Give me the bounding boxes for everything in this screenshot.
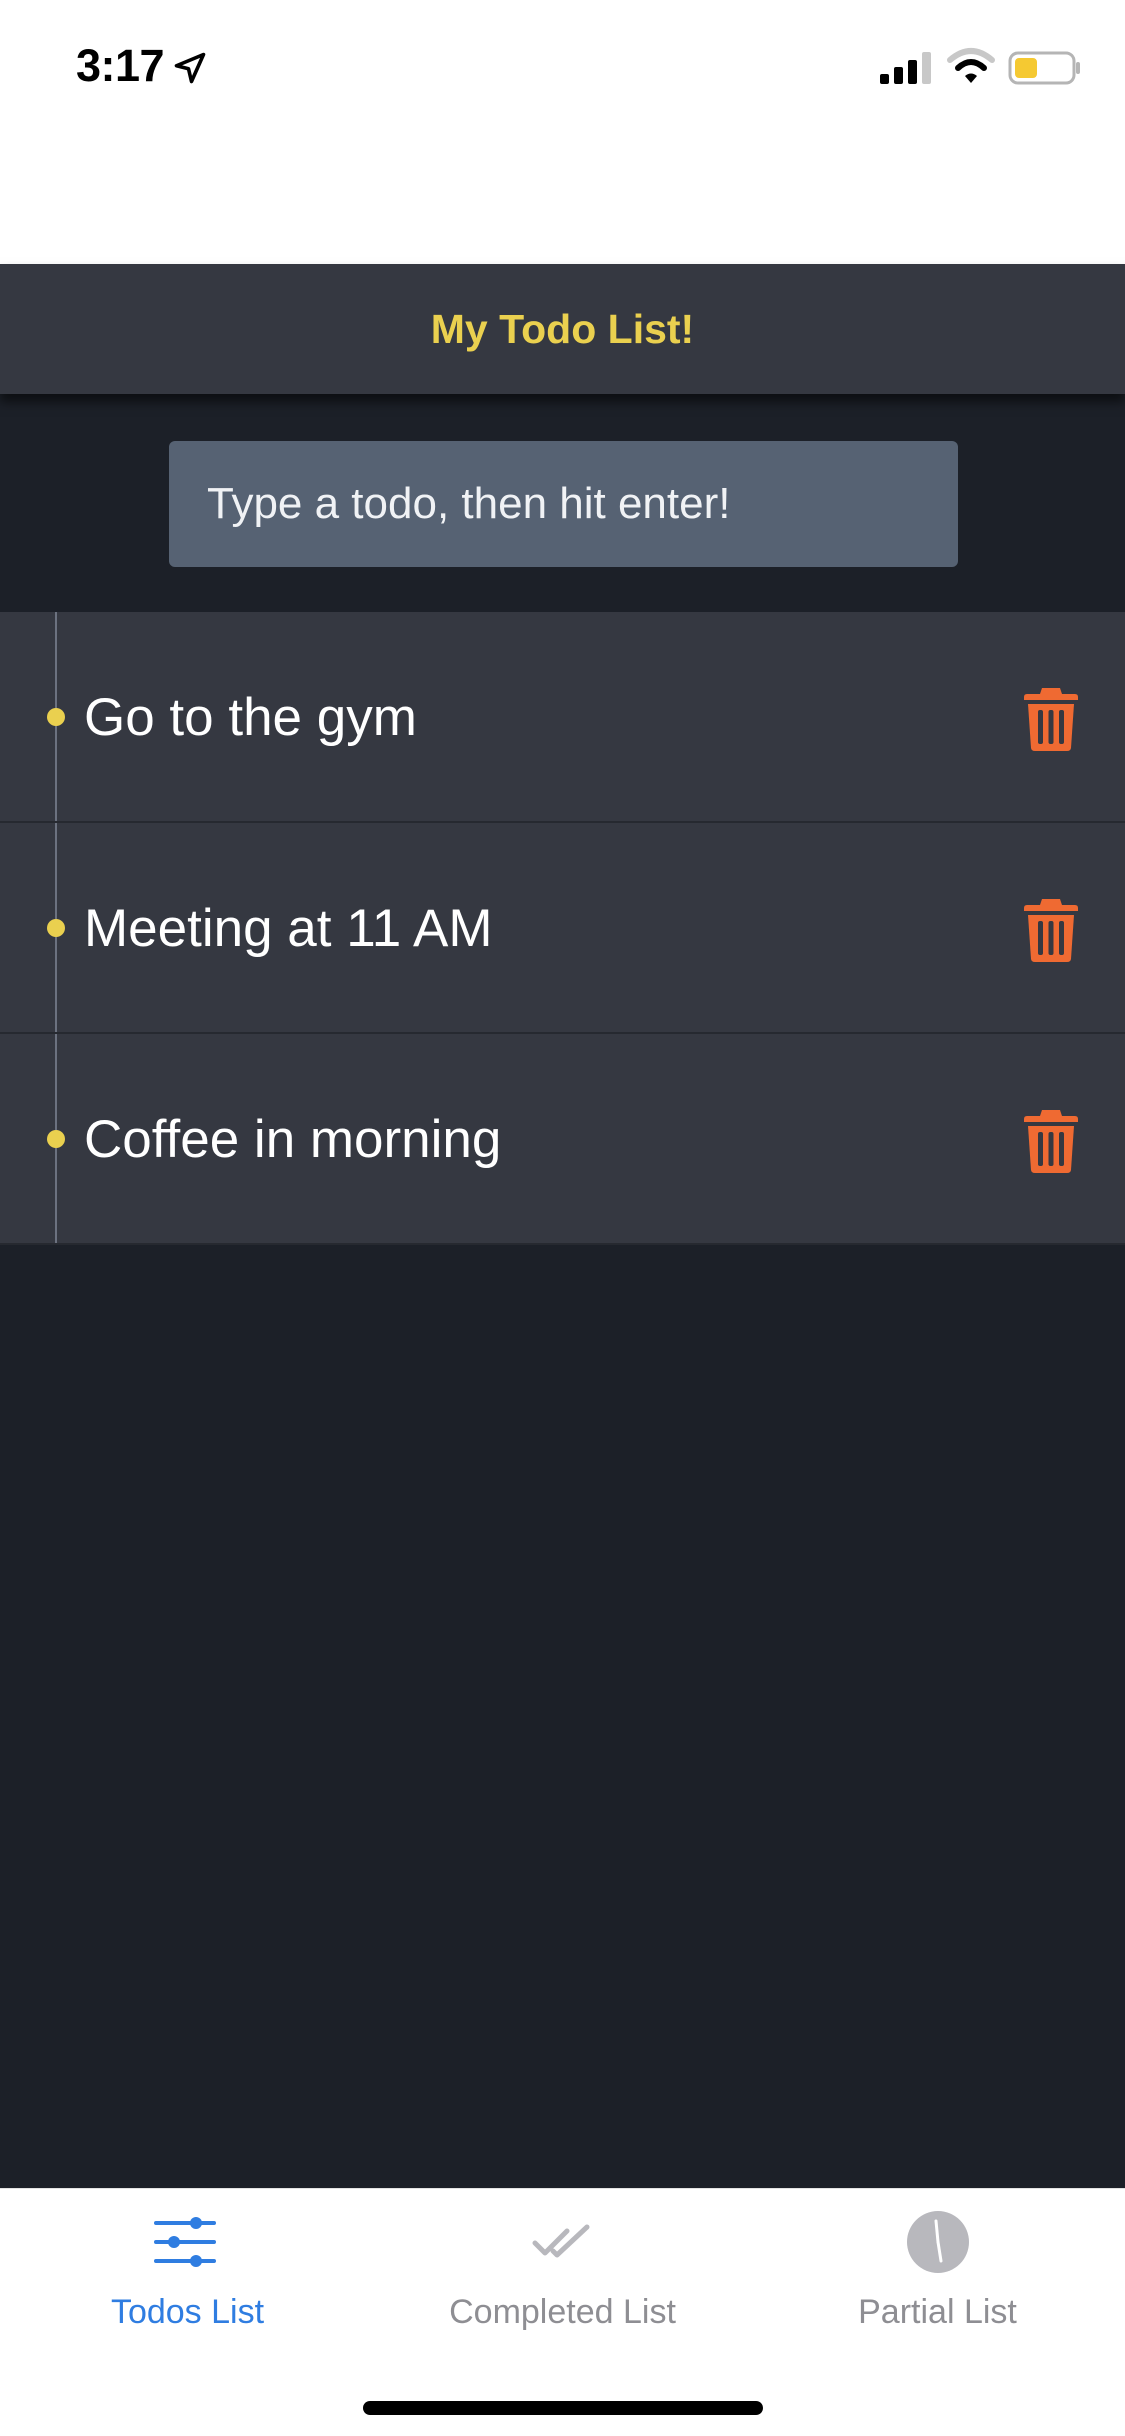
trash-icon [1024,1110,1078,1173]
trash-icon [1024,688,1078,751]
todo-item[interactable]: Meeting at 11 AM [0,823,1125,1034]
tab-partial-list[interactable]: Partial List [750,2189,1125,2379]
delete-todo-button[interactable] [1014,895,1088,965]
bullet-dot [47,708,65,726]
todo-input[interactable] [169,441,958,567]
bullet-dot [47,919,65,937]
battery-icon [1008,51,1080,85]
tab-label: Todos List [110,2293,265,2331]
delete-todo-button[interactable] [1014,684,1088,754]
tab-label: Completed List [449,2293,676,2331]
todo-list: Go to the gym Meeting at 11 AM Coffee in… [0,612,1125,1245]
double-check-icon [532,2224,590,2258]
todo-item[interactable]: Coffee in morning [0,1034,1125,1245]
todo-input-area [0,394,1125,612]
app-header: My Todo List! [0,264,1125,394]
sliders-icon [154,2217,216,2267]
clock-icon [907,2211,969,2273]
home-indicator[interactable] [363,2401,763,2415]
app-screen: 3:17 My Todo List! Type a todo, then hit… [0,0,1125,2436]
page-title: My Todo List! [430,306,695,352]
delete-todo-button[interactable] [1014,1106,1088,1176]
todo-item-text: Meeting at 11 AM [84,899,493,958]
cellular-signal-icon [880,52,931,84]
status-bar: 3:17 [0,0,1125,264]
bullet-dot [47,1130,65,1148]
status-time: 3:17 [76,40,165,91]
tab-label: Partial List [858,2293,1017,2331]
trash-icon [1024,899,1078,962]
tab-completed-list[interactable]: Completed List [375,2189,750,2379]
todo-item-text: Coffee in morning [84,1110,502,1169]
wifi-icon [947,48,995,83]
todo-item[interactable]: Go to the gym [0,612,1125,823]
tab-todos-list[interactable]: Todos List [0,2189,375,2379]
location-arrow-icon [174,52,206,84]
tab-bar: Todos List Completed List Partial List [0,2188,1125,2436]
todo-item-text: Go to the gym [84,688,417,747]
